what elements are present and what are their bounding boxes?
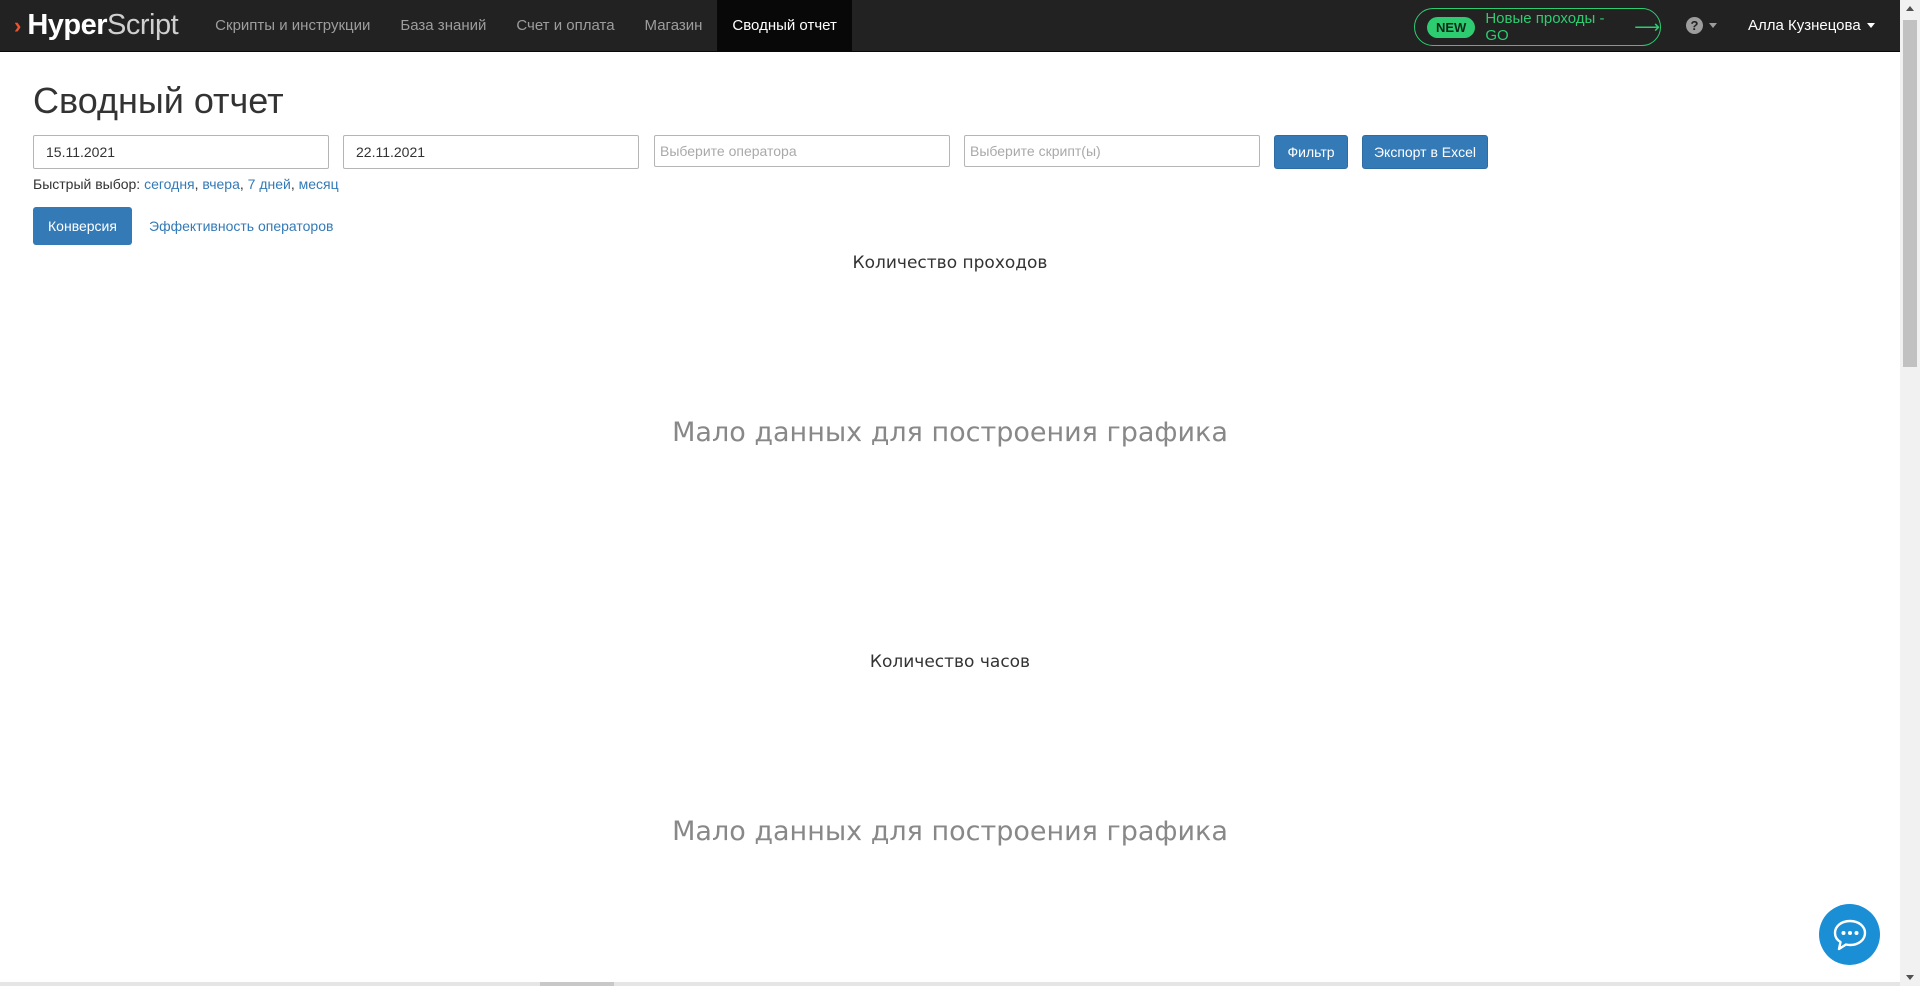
page-title: Сводный отчет (33, 80, 284, 121)
chart-runs-count: Количество проходов Мало данных для пост… (33, 250, 1867, 580)
chart-title: Количество проходов (852, 253, 1048, 273)
nav-item-scripts[interactable]: Скрипты и инструкции (200, 0, 385, 52)
quick-select-7-days[interactable]: 7 дней (248, 176, 291, 192)
arrow-down-icon (1906, 975, 1914, 980)
caret-down-icon (1866, 23, 1875, 28)
promo-text: Новые проходы - GO (1485, 10, 1605, 44)
chat-widget-button[interactable] (1819, 904, 1880, 965)
tab-operator-efficiency[interactable]: Эффективность операторов (149, 218, 333, 234)
nav-item-billing[interactable]: Счет и оплата (501, 0, 629, 52)
new-badge: NEW (1427, 16, 1476, 38)
help-dropdown[interactable]: ? (1686, 17, 1717, 34)
script-select[interactable] (964, 135, 1260, 167)
export-excel-button[interactable]: Экспорт в Excel (1362, 135, 1488, 169)
quick-select-today[interactable]: сегодня (144, 176, 195, 192)
operator-select[interactable] (654, 135, 950, 167)
caret-down-icon (1709, 23, 1717, 28)
chart-hours-count: Количество часов Мало данных для построе… (33, 650, 1867, 980)
brand-logo[interactable]: › HyperScript (0, 0, 200, 52)
arrow-right-icon: ⟶ (1634, 16, 1660, 37)
nav-item-knowledge-base[interactable]: База знаний (385, 0, 501, 52)
filter-button[interactable]: Фильтр (1274, 135, 1348, 169)
date-to-input[interactable] (343, 135, 639, 169)
scrollbar-thumb[interactable] (1903, 20, 1917, 367)
horizontal-scroll-track (0, 982, 1900, 986)
quick-select-yesterday[interactable]: вчера (202, 176, 239, 192)
user-name: Алла Кузнецова (1748, 17, 1861, 34)
chart-empty-message: Мало данных для построения графика (672, 417, 1228, 448)
quick-select-month[interactable]: месяц (299, 176, 339, 192)
quick-select-label: Быстрый выбор: (33, 176, 141, 192)
quick-select: Быстрый выбор: сегодня, вчера, 7 дней, м… (33, 176, 339, 192)
horizontal-scroll-thumb[interactable] (540, 982, 614, 986)
nav-item-summary-report[interactable]: Сводный отчет (717, 0, 852, 52)
tab-conversion[interactable]: Конверсия (33, 207, 132, 245)
brand-name-light: Script (107, 9, 179, 41)
nav-item-shop[interactable]: Магазин (630, 0, 718, 52)
arrow-up-icon (1906, 6, 1914, 11)
main-nav: Скрипты и инструкции База знаний Счет и … (200, 0, 852, 52)
chart-title: Количество часов (869, 652, 1031, 672)
scroll-down-button[interactable] (1900, 969, 1920, 986)
date-from-input[interactable] (33, 135, 329, 169)
chat-bubble-icon (1833, 919, 1866, 950)
chart-empty-message: Мало данных для построения графика (672, 816, 1228, 847)
question-circle-icon: ? (1686, 17, 1703, 34)
scroll-up-button[interactable] (1900, 0, 1920, 17)
user-menu-dropdown[interactable]: Алла Кузнецова (1748, 17, 1875, 34)
vertical-scrollbar[interactable] (1900, 0, 1920, 986)
new-runs-promo-button[interactable]: NEW Новые проходы - GO ⟶ (1414, 8, 1661, 46)
chevron-right-icon: › (14, 12, 22, 38)
brand-name-bold: Hyper (27, 9, 108, 41)
